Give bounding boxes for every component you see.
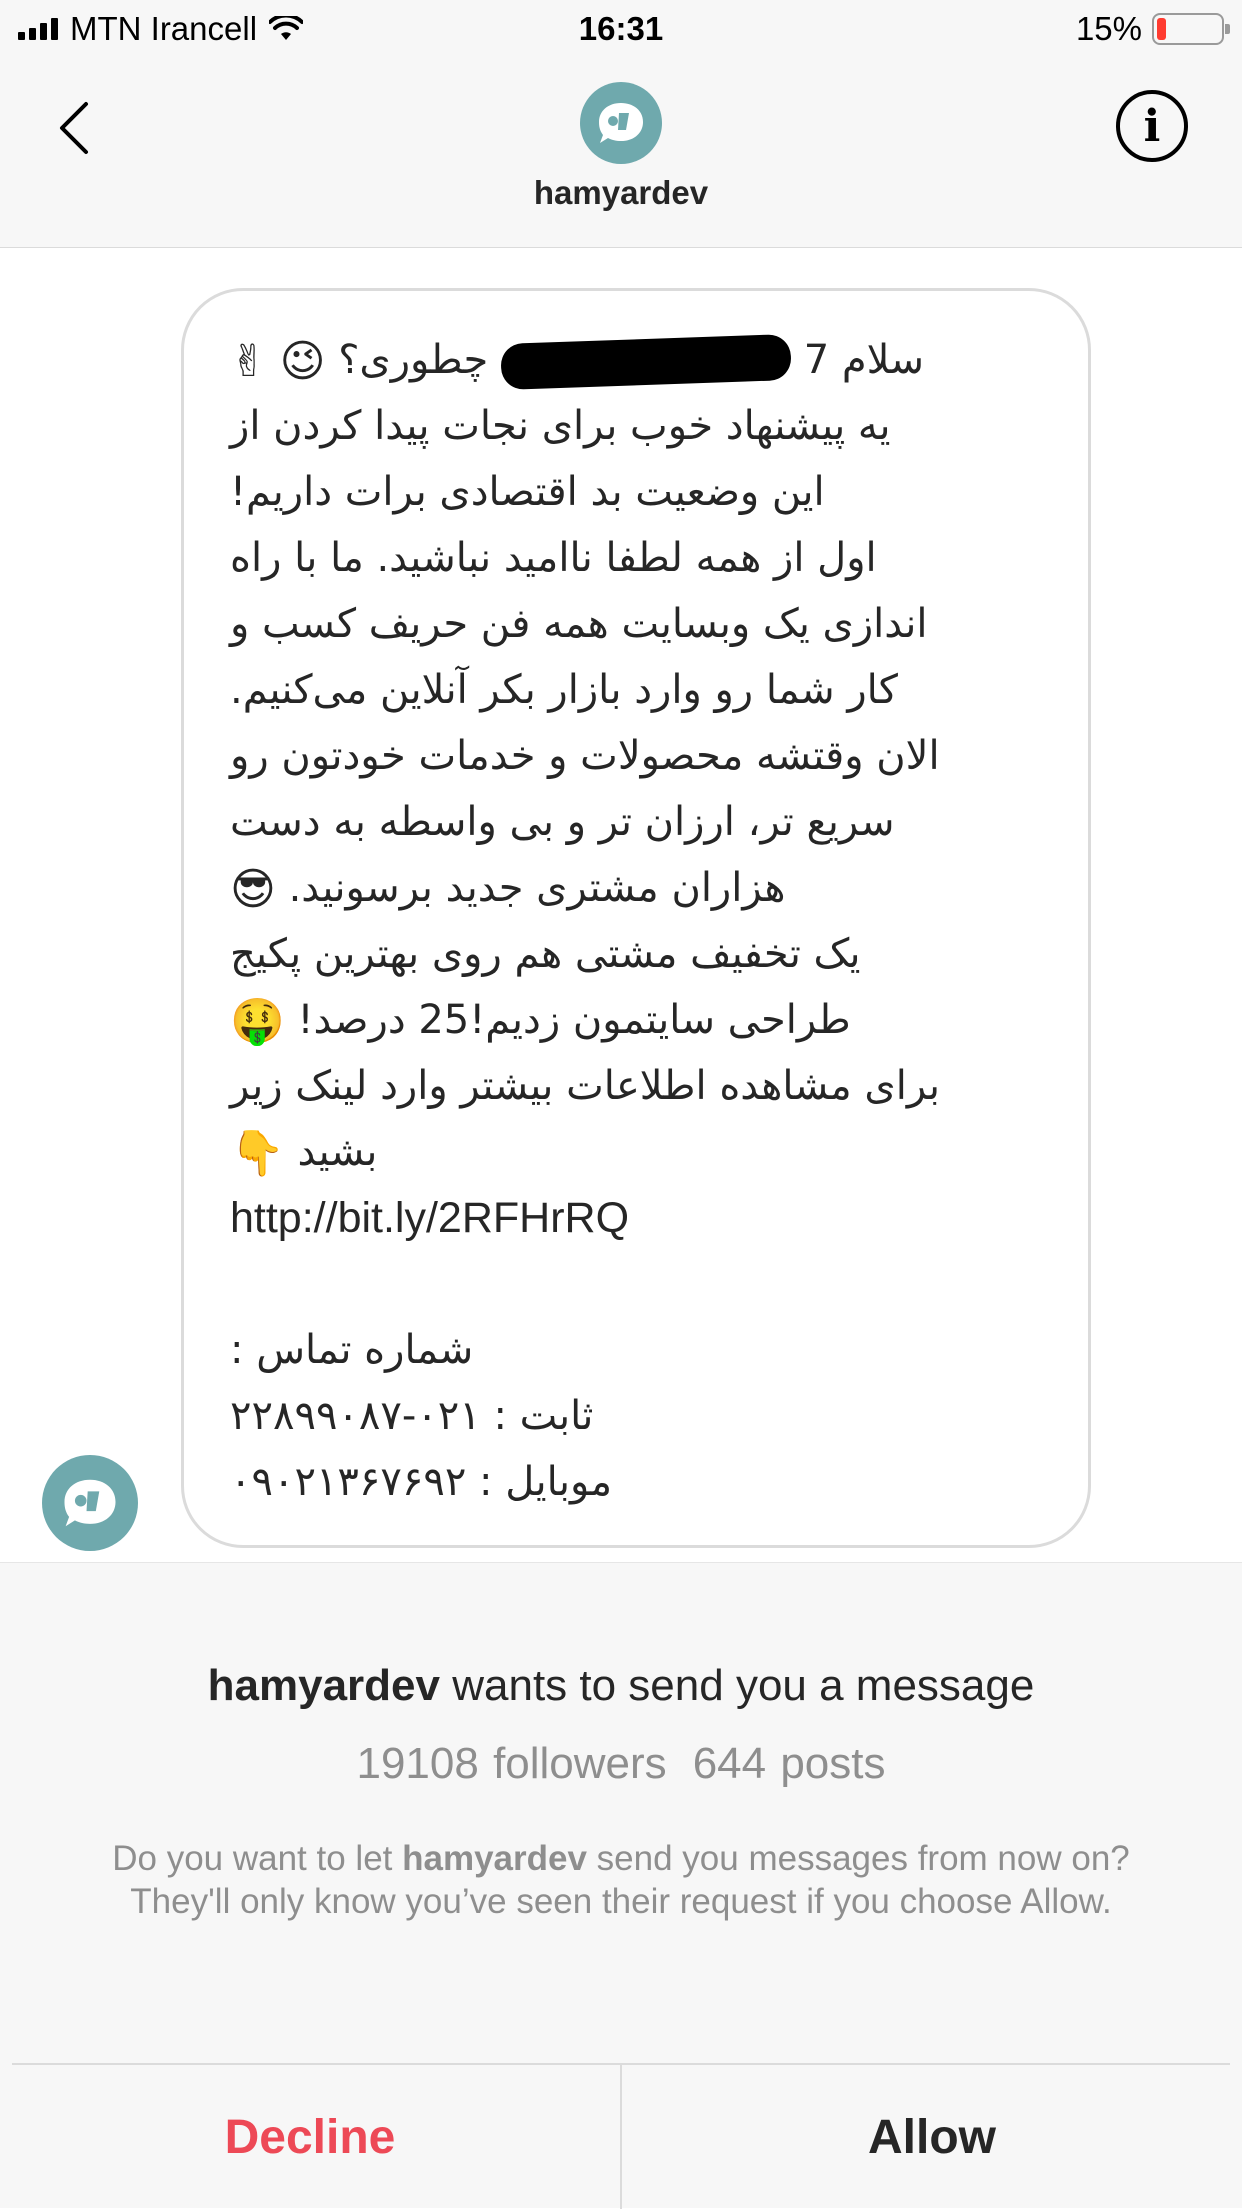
phone-mobile: موبایل : ۰۹۰۲۱۳۶۷۶۹۲ xyxy=(230,1459,613,1505)
message-line: اول از همه لطفا ناامید نباشید. ما با راه xyxy=(230,535,877,581)
battery-percent: 15% xyxy=(1075,10,1142,47)
message-line: اندازی یک وبسایت همه فن حریف کسب و xyxy=(230,601,928,647)
sunglasses-emoji-icon: 😎 xyxy=(230,864,276,915)
profile-avatar[interactable] xyxy=(580,82,662,164)
victory-hand-emoji-icon: ✌ xyxy=(230,336,267,387)
message-bubble[interactable]: سلام 7 چطوری؟ 😉 ✌ یه پیشنهاد خوب برای نج… xyxy=(181,288,1091,1548)
status-right: 15% xyxy=(1075,10,1230,48)
message-line: بشید 👇 xyxy=(230,1119,1032,1185)
battery-fill xyxy=(1157,18,1166,40)
message-line: الان وقتشه محصولات و خدمات خودتون رو xyxy=(230,733,940,779)
request-title-suffix: wants to send you a message xyxy=(440,1661,1035,1710)
decline-button[interactable]: Decline xyxy=(0,2065,620,2209)
followers-count: 19108 followers xyxy=(356,1739,667,1788)
battery-icon xyxy=(1152,13,1230,45)
message-link[interactable]: http://bit.ly/2RFHrRQ xyxy=(230,1185,1032,1251)
request-description: Do you want to let hamyardev send you me… xyxy=(112,1839,1130,1921)
clock: 16:31 xyxy=(578,10,664,47)
back-button[interactable] xyxy=(44,88,104,168)
pointing-down-emoji-icon: 👇 xyxy=(230,1128,285,1179)
message-line: این وضعیت بد اقتصادی برات داریم! xyxy=(230,469,825,515)
message-line: یه پیشنهاد خوب برای نجات پیدا کردن از xyxy=(230,403,891,449)
money-mouth-emoji-icon: 🤑 xyxy=(230,996,285,1047)
message-line: کار شما رو وارد بازار بکر آنلاین می‌کنیم… xyxy=(230,667,898,713)
message-line: برای مشاهده اطلاعات بیشتر وارد لینک زیر xyxy=(230,1063,941,1109)
message-thread: سلام 7 چطوری؟ 😉 ✌ یه پیشنهاد خوب برای نج… xyxy=(0,248,1242,1562)
sender-avatar[interactable] xyxy=(42,1455,138,1551)
wink-emoji-icon: 😉 xyxy=(279,336,326,387)
info-circle-icon: i xyxy=(1143,100,1161,152)
message-line: سریع تر، ارزان تر و بی واسطه به دست xyxy=(230,799,895,845)
message-line: شماره تماس : xyxy=(230,1327,474,1373)
conversation-header: hamyardev i xyxy=(0,62,1242,248)
message-line: سلام 7 چطوری؟ 😉 ✌ xyxy=(230,327,1032,393)
message-line: هزاران مشتری جدید برسونید. 😎 xyxy=(230,855,1032,921)
request-stats: 19108 followers 644 posts xyxy=(0,1739,1242,1789)
phone-landline: ثابت : ۰۲۱-۲۲۸۹۹۰۸۷ xyxy=(230,1393,594,1439)
allow-button[interactable]: Allow xyxy=(622,2065,1242,2209)
header-username[interactable]: hamyardev xyxy=(0,174,1242,212)
brand-logo-icon xyxy=(64,1479,116,1527)
message-line: طراحی سایتمون زدیم!25 درصد! 🤑 xyxy=(230,987,1032,1053)
info-button[interactable]: i xyxy=(1116,90,1188,162)
chevron-left-icon xyxy=(60,102,88,154)
status-bar: MTN Irancell 16:31 15% xyxy=(0,0,1242,62)
request-username[interactable]: hamyardev xyxy=(208,1661,440,1710)
brand-logo-icon xyxy=(599,103,643,143)
redacted-name xyxy=(500,333,792,391)
message-line: یک تخفیف مشتی هم روی بهترین پکیج xyxy=(230,931,861,977)
posts-count: 644 posts xyxy=(692,1739,886,1788)
request-title: hamyardev wants to send you a message xyxy=(0,1661,1242,1711)
message-request-panel: hamyardev wants to send you a message 19… xyxy=(0,1562,1242,2209)
request-desc-username: hamyardev xyxy=(402,1839,587,1878)
